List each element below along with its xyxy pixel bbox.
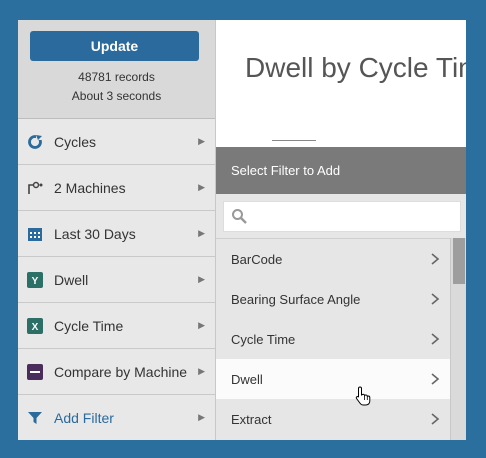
sidebar-item-x-axis[interactable]: X Cycle Time ▶ xyxy=(18,303,215,349)
filter-option-extract[interactable]: Extract xyxy=(216,399,450,439)
svg-text:Y: Y xyxy=(32,276,39,287)
sidebar-item-label: 2 Machines xyxy=(54,179,126,196)
filter-icon xyxy=(26,409,44,427)
filter-option-label: BarCode xyxy=(231,251,283,267)
chevron-right-icon: ▶ xyxy=(198,274,205,284)
list-scrollbar[interactable] xyxy=(450,238,466,440)
chevron-right-icon: ▶ xyxy=(198,366,205,376)
filter-option-barcode[interactable]: BarCode xyxy=(216,239,450,279)
chevron-right-icon xyxy=(431,293,440,305)
chevron-right-icon xyxy=(431,413,440,425)
filter-option-dwell[interactable]: Dwell xyxy=(216,359,450,399)
compare-icon xyxy=(26,363,44,381)
chevron-right-icon: ▶ xyxy=(198,228,205,238)
sidebar-item-compare[interactable]: Compare by Machine ▶ xyxy=(18,349,215,395)
x-axis-icon: X xyxy=(26,317,44,335)
chart-title: Dwell by Cycle Tim xyxy=(245,52,466,83)
sidebar-item-label: Compare by Machine xyxy=(54,363,188,380)
search-input[interactable] xyxy=(254,206,458,228)
popup-title: Select Filter to Add xyxy=(216,147,466,194)
filter-list: BarCode Bearing Surface Angle Cycle Time… xyxy=(216,238,450,440)
record-count: 48781 records xyxy=(78,70,155,84)
y-axis-icon: Y xyxy=(26,271,44,289)
sidebar-item-label: Cycles xyxy=(54,133,97,150)
filter-option-label: Bearing Surface Angle xyxy=(231,291,361,307)
filter-option-cycle-time[interactable]: Cycle Time xyxy=(216,319,450,359)
chevron-right-icon: ▶ xyxy=(198,320,205,330)
sidebar-item-date-range[interactable]: Last 30 Days ▶ xyxy=(18,211,215,257)
calendar-icon xyxy=(26,225,44,243)
sidebar-item-add-filter[interactable]: Add Filter ▶ xyxy=(18,395,215,440)
chevron-right-icon: ▶ xyxy=(198,182,205,192)
app-window: Update 48781 records About 3 seconds Cyc… xyxy=(18,20,466,440)
scrollbar-thumb[interactable] xyxy=(453,238,465,284)
filter-option-label: Extract xyxy=(231,411,272,427)
sidebar-item-machines[interactable]: 2 Machines ▶ xyxy=(18,165,215,211)
hand-cursor-icon xyxy=(355,386,371,406)
machines-icon xyxy=(26,179,44,197)
search-icon xyxy=(231,208,247,224)
filter-option-label: Cycle Time xyxy=(231,331,296,347)
svg-text:X: X xyxy=(32,322,39,333)
sidebar-item-label: Dwell xyxy=(54,271,89,288)
cycle-icon xyxy=(26,133,44,151)
query-duration: About 3 seconds xyxy=(71,89,162,103)
filter-popup: Select Filter to Add BarCode Bearing Sur… xyxy=(215,147,466,440)
chevron-right-icon xyxy=(431,253,440,265)
filter-option-label: Dwell xyxy=(231,371,263,387)
update-button[interactable]: Update xyxy=(30,31,199,61)
filter-option-bearing-surface-angle[interactable]: Bearing Surface Angle xyxy=(216,279,450,319)
filter-search[interactable] xyxy=(223,201,461,232)
chevron-right-icon: ▶ xyxy=(198,412,205,422)
chevron-right-icon xyxy=(431,333,440,345)
sidebar-item-y-axis[interactable]: Y Dwell ▶ xyxy=(18,257,215,303)
sidebar-item-label: Add Filter xyxy=(54,409,114,426)
chevron-right-icon xyxy=(431,373,440,385)
sidebar-item-cycles[interactable]: Cycles ▶ xyxy=(18,119,215,165)
update-panel: Update 48781 records About 3 seconds xyxy=(18,20,215,119)
sidebar: Update 48781 records About 3 seconds Cyc… xyxy=(18,20,216,440)
chevron-right-icon: ▶ xyxy=(198,136,205,146)
sidebar-item-label: Cycle Time xyxy=(54,317,124,334)
sidebar-item-label: Last 30 Days xyxy=(54,225,136,242)
